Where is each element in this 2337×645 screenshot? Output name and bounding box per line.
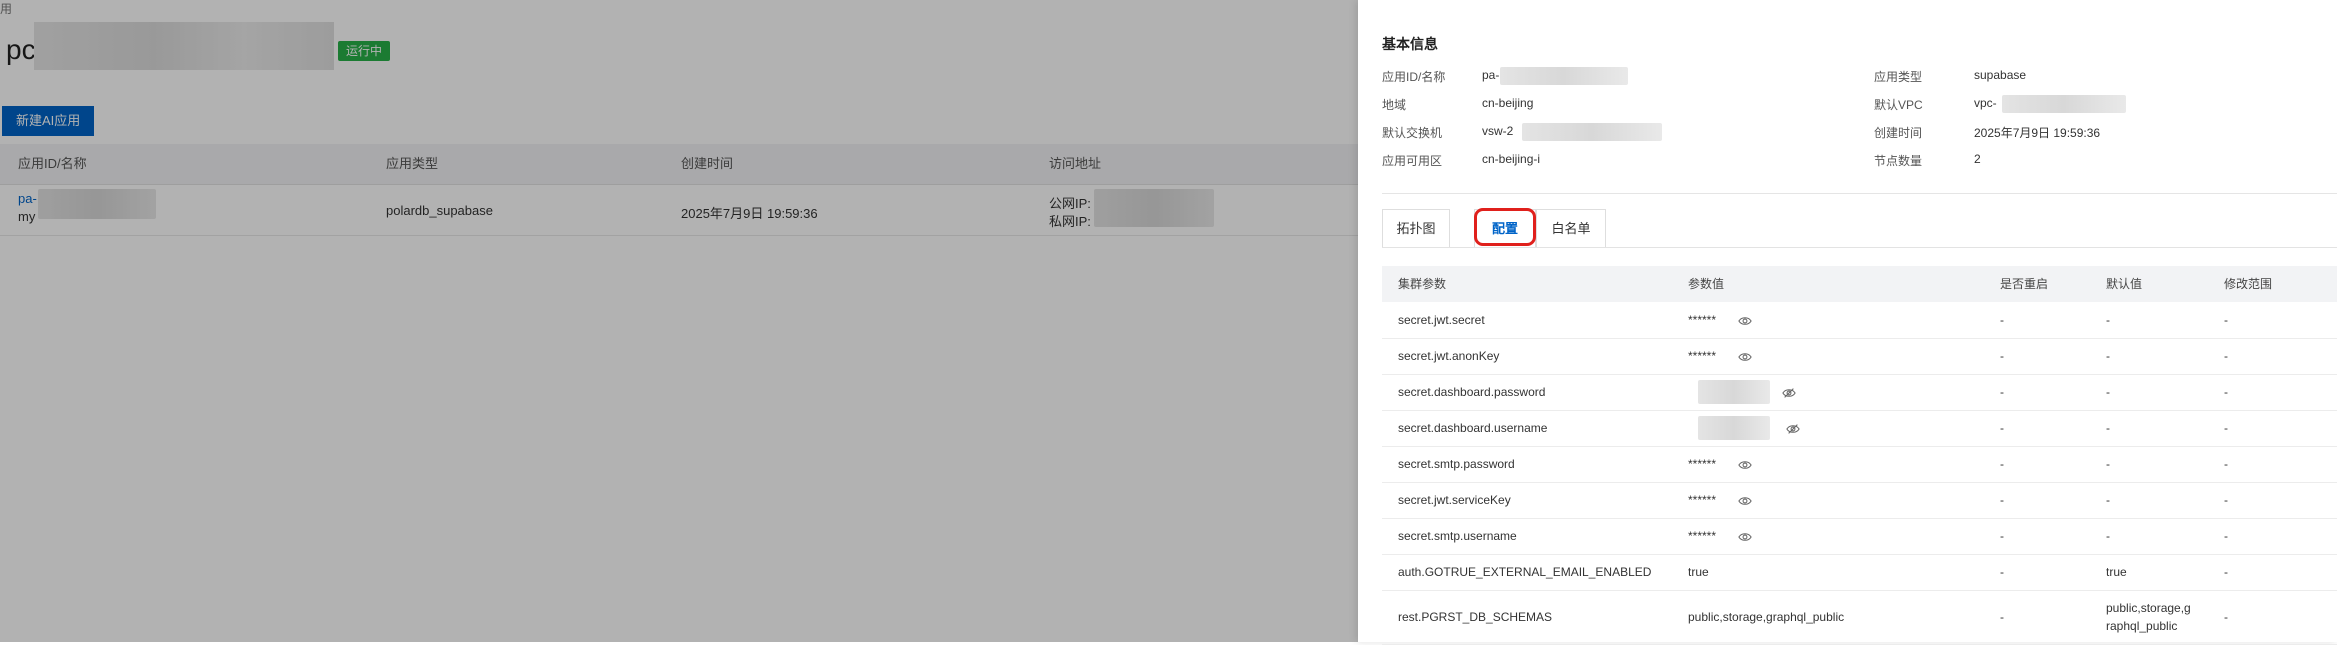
- info-value-app-type: supabase: [1974, 68, 2027, 82]
- modal-overlay[interactable]: [0, 0, 1358, 642]
- range-value: -: [2224, 529, 2228, 543]
- range-value: -: [2224, 385, 2228, 399]
- header-param: 集群参数: [1398, 277, 1447, 291]
- param-table-header: 集群参数 参数值 是否重启 默认值 修改范围: [1382, 266, 2337, 302]
- param-name: secret.jwt.secret: [1398, 313, 1485, 327]
- restart-value: -: [2000, 313, 2004, 327]
- info-label-zone: 应用可用区: [1382, 154, 1443, 168]
- redacted-vswitch: [1522, 123, 1662, 141]
- highlight-box: [1474, 208, 1536, 246]
- default-value: -: [2106, 313, 2110, 327]
- redacted-value: [1698, 416, 1770, 440]
- info-value-node-count: 2: [1974, 152, 1981, 166]
- restart-value: -: [2000, 421, 2004, 435]
- info-label-node-count: 节点数量: [1874, 154, 1923, 168]
- info-value-vpc: vpc-: [1974, 96, 1997, 110]
- header-range: 修改范围: [2224, 277, 2273, 291]
- default-value: -: [2106, 457, 2110, 471]
- eye-icon[interactable]: [1738, 494, 1752, 508]
- eye-icon[interactable]: [1738, 314, 1752, 328]
- info-value-created: 2025年7月9日 19:59:36: [1974, 126, 2101, 140]
- redacted-value: [1698, 380, 1770, 404]
- restart-value: -: [2000, 457, 2004, 471]
- restart-value: -: [2000, 565, 2004, 579]
- param-row: auth.GOTRUE_EXTERNAL_EMAIL_ENABLED true - t…: [1382, 554, 2337, 591]
- param-row: secret.jwt.serviceKey ****** - - -: [1382, 482, 2337, 519]
- info-label-created: 创建时间: [1874, 126, 1923, 140]
- info-value-app-id: pa-: [1482, 68, 1500, 82]
- param-row: secret.smtp.password ****** - - -: [1382, 446, 2337, 483]
- param-row: rest.PGRST_DB_SCHEMAS public,storage,grap…: [1382, 590, 2337, 645]
- header-value: 参数值: [1688, 277, 1725, 291]
- eye-off-icon[interactable]: [1786, 422, 1800, 436]
- range-value: -: [2224, 610, 2228, 624]
- redacted-vpc: [2002, 95, 2126, 113]
- range-value: -: [2224, 349, 2228, 363]
- header-default: 默认值: [2106, 277, 2143, 291]
- param-row: secret.smtp.username ****** - - -: [1382, 518, 2337, 555]
- eye-off-icon[interactable]: [1782, 386, 1796, 400]
- range-value: -: [2224, 421, 2228, 435]
- eye-icon[interactable]: [1738, 350, 1752, 364]
- param-name: secret.smtp.password: [1398, 457, 1515, 471]
- param-value: ******: [1688, 349, 1717, 363]
- param-row: secret.jwt.secret ****** - - -: [1382, 302, 2337, 339]
- default-value: public,storage,g: [2106, 601, 2191, 615]
- restart-value: -: [2000, 529, 2004, 543]
- param-name: rest.PGRST_DB_SCHEMAS: [1398, 610, 1553, 624]
- divider: [1382, 193, 2337, 194]
- param-row: secret.jwt.anonKey ****** - - -: [1382, 338, 2337, 375]
- restart-value: -: [2000, 385, 2004, 399]
- default-value: true: [2106, 565, 2127, 579]
- param-name: secret.jwt.anonKey: [1398, 349, 1500, 363]
- param-name: auth.GOTRUE_EXTERNAL_EMAIL_ENABLED: [1398, 565, 1652, 579]
- default-value: -: [2106, 493, 2110, 507]
- restart-value: -: [2000, 610, 2004, 624]
- restart-value: -: [2000, 493, 2004, 507]
- info-value-vswitch: vsw-2: [1482, 124, 1514, 138]
- param-row: secret.dashboard.password - - -: [1382, 374, 2337, 411]
- param-value: ******: [1688, 313, 1717, 327]
- range-value: -: [2224, 313, 2228, 327]
- range-value: -: [2224, 457, 2228, 471]
- tab-topology[interactable]: 拓扑图: [1382, 209, 1450, 247]
- info-value-region: cn-beijing: [1482, 96, 1534, 110]
- default-value-line2: raphql_public: [2106, 619, 2178, 633]
- tab-bar: 拓扑图 配置 白名单: [1382, 208, 2337, 248]
- param-name: secret.dashboard.username: [1398, 421, 1548, 435]
- param-name: secret.dashboard.password: [1398, 385, 1546, 399]
- redacted-app-id: [1500, 67, 1628, 85]
- param-row: secret.dashboard.username - - -: [1382, 410, 2337, 447]
- info-label-region: 地域: [1382, 98, 1407, 112]
- param-value: true: [1688, 565, 1709, 579]
- param-value: ******: [1688, 457, 1717, 471]
- info-label-vswitch: 默认交换机: [1382, 126, 1443, 140]
- default-value: -: [2106, 421, 2110, 435]
- range-value: -: [2224, 493, 2228, 507]
- tab-whitelist[interactable]: 白名单: [1536, 209, 1606, 247]
- restart-value: -: [2000, 349, 2004, 363]
- range-value: -: [2224, 565, 2228, 579]
- info-label-vpc: 默认VPC: [1874, 98, 1923, 112]
- info-value-zone: cn-beijing-i: [1482, 152, 1541, 166]
- param-value: ******: [1688, 493, 1717, 507]
- section-title-basic-info: 基本信息: [1382, 36, 1438, 52]
- info-label-app-type: 应用类型: [1874, 70, 1923, 84]
- header-restart: 是否重启: [2000, 277, 2049, 291]
- param-value: ******: [1688, 529, 1717, 543]
- default-value: -: [2106, 349, 2110, 363]
- eye-icon[interactable]: [1738, 530, 1752, 544]
- eye-icon[interactable]: [1738, 458, 1752, 472]
- param-value: public,storage,graphql_public: [1688, 610, 1845, 624]
- param-name: secret.smtp.username: [1398, 529, 1517, 543]
- detail-drawer: 基本信息 应用ID/名称 pa- 地域 cn-beijing 默认交换机 vsw…: [1358, 0, 2337, 645]
- info-label-app-id: 应用ID/名称: [1382, 70, 1446, 84]
- param-name: secret.jwt.serviceKey: [1398, 493, 1511, 507]
- default-value: -: [2106, 385, 2110, 399]
- default-value: -: [2106, 529, 2110, 543]
